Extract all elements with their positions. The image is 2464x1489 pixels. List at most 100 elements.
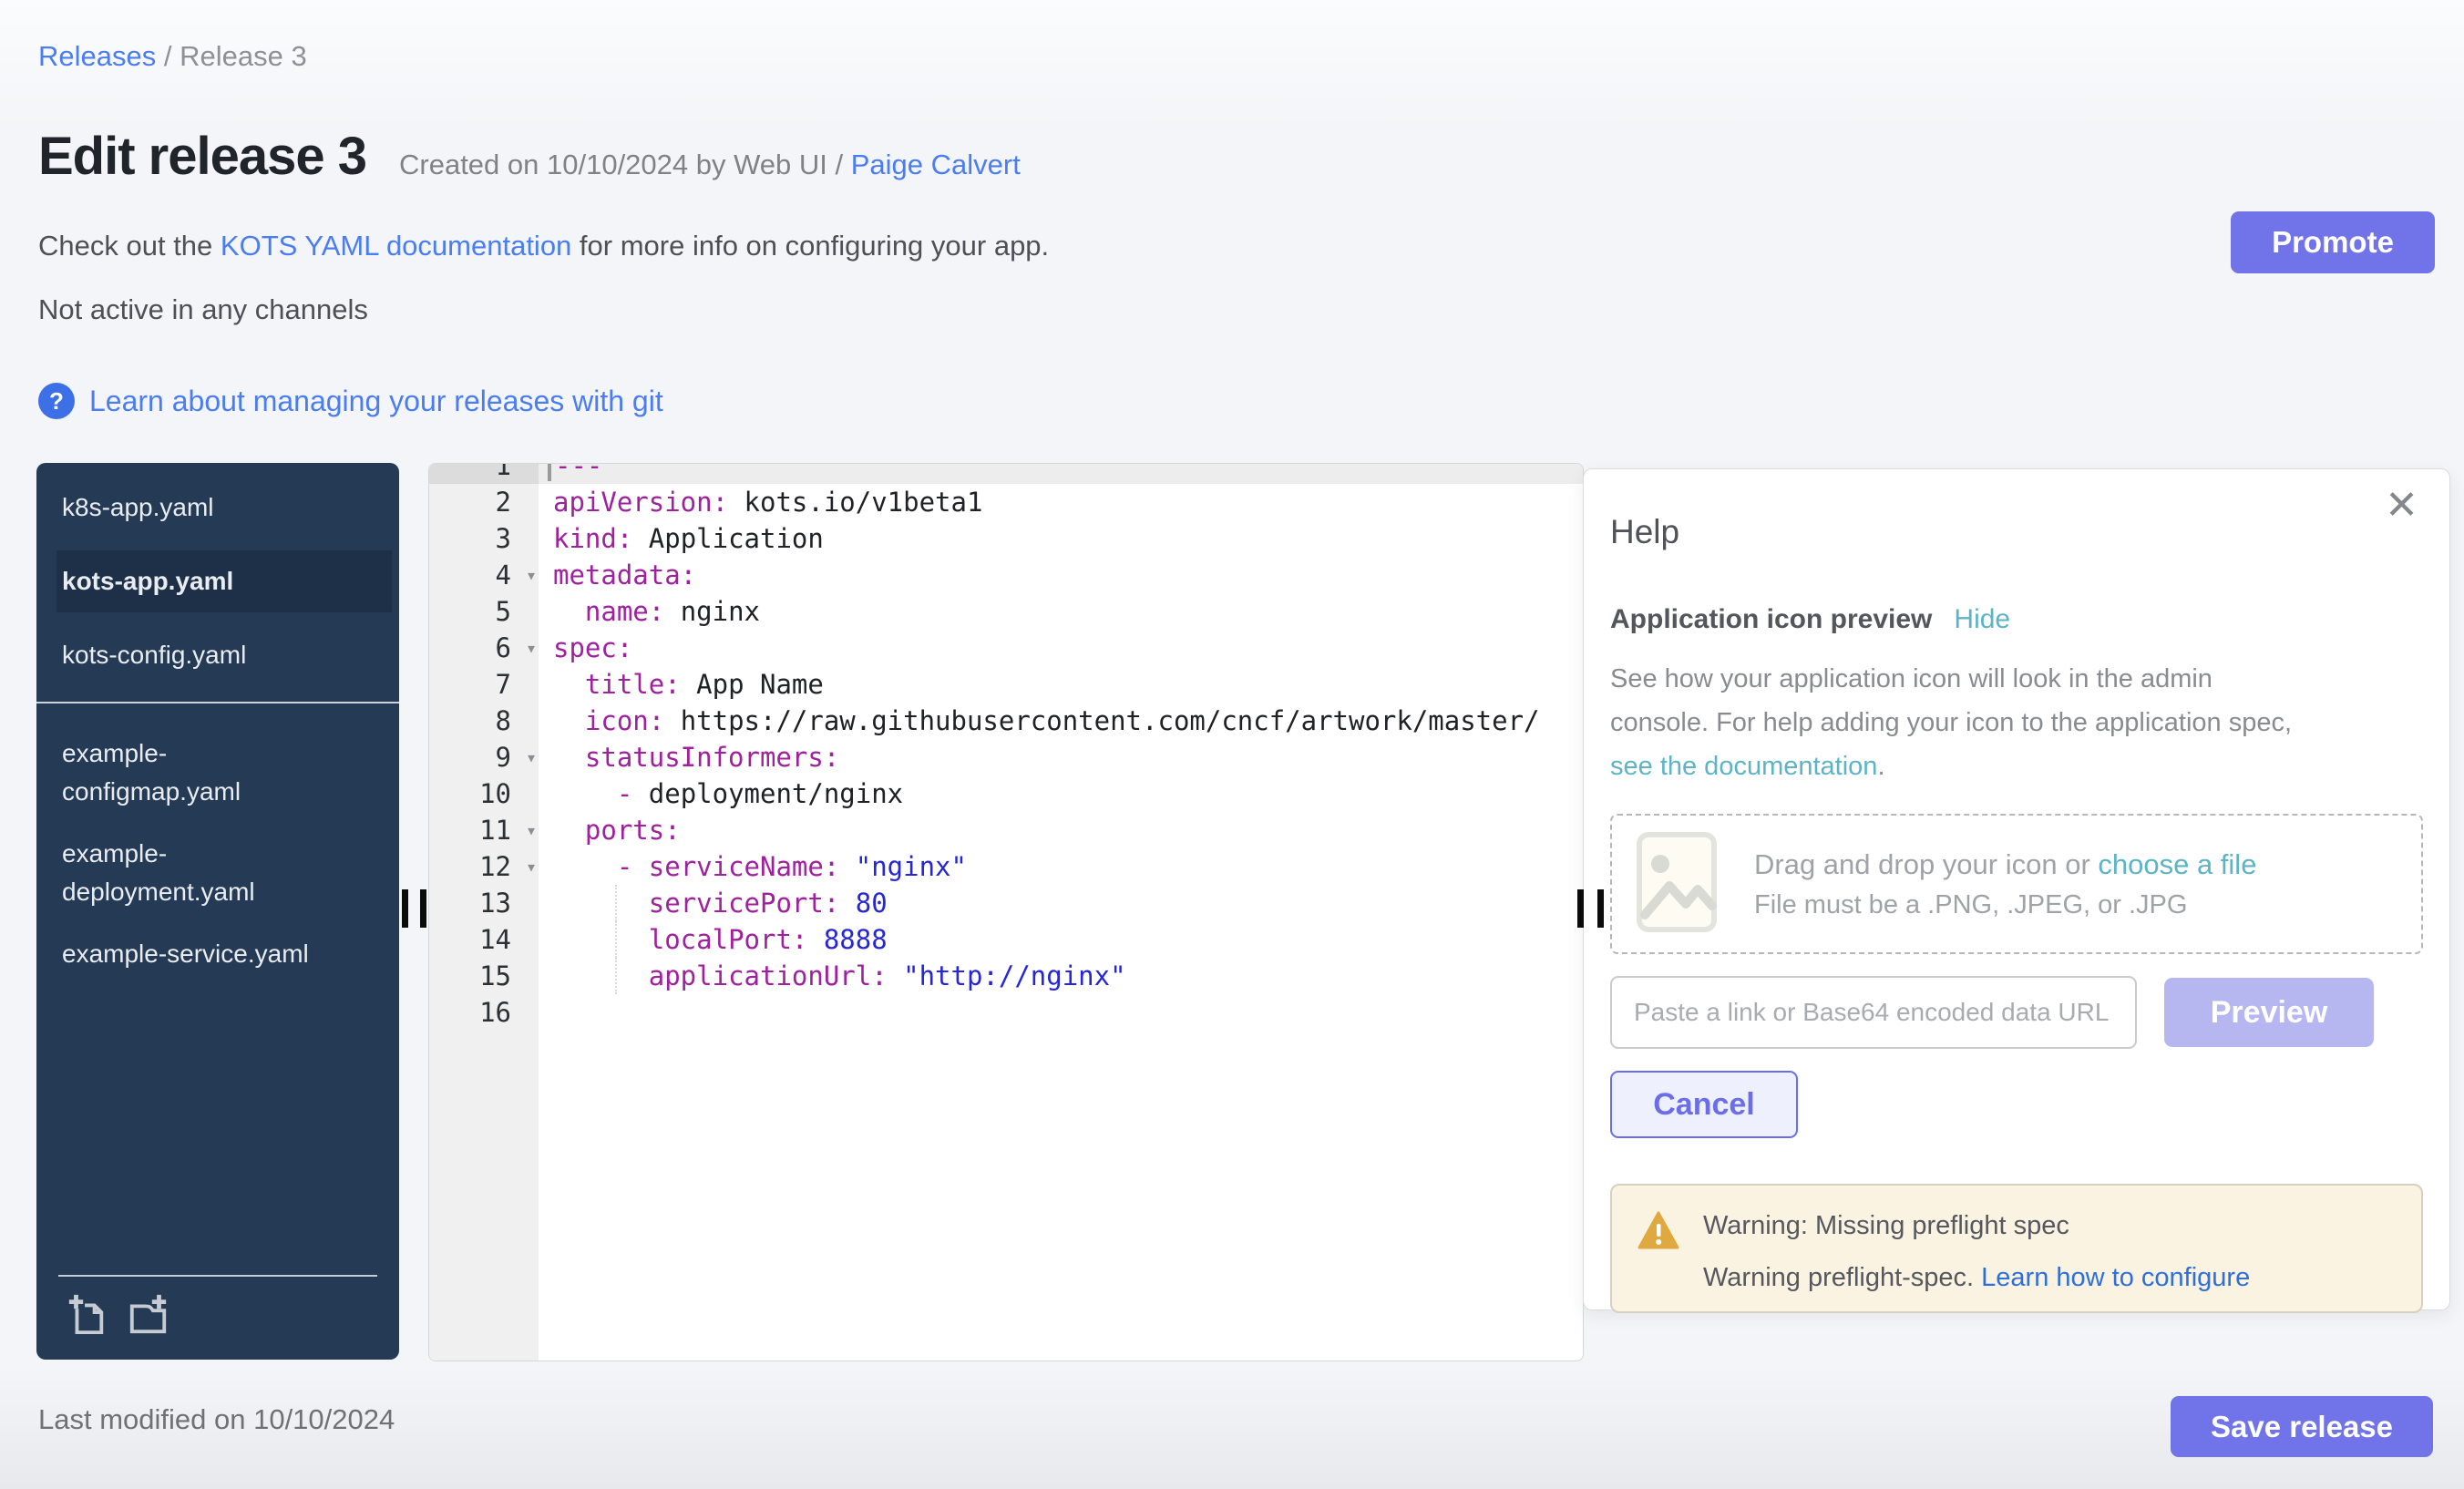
image-placeholder-icon [1636, 831, 1718, 938]
code-line[interactable]: 8 icon: https://raw.githubusercontent.co… [429, 703, 1583, 739]
line-number: 10 [429, 775, 539, 812]
git-help-link[interactable]: Learn about managing your releases with … [89, 385, 663, 418]
example-file-list: example-configmap.yaml example-deployment… [36, 734, 399, 973]
preview-button[interactable]: Preview [2164, 978, 2374, 1047]
save-release-button[interactable]: Save release [2171, 1396, 2433, 1457]
description-line-2: console. For help adding your icon to th… [1610, 708, 2292, 737]
file-item-k8s-app.yaml[interactable]: k8s-app.yaml [62, 488, 324, 527]
file-item-kots-config.yaml[interactable]: kots-config.yaml [62, 636, 324, 674]
icon-dropzone[interactable]: Drag and drop your icon or choose a file… [1610, 814, 2423, 954]
icon-link-input[interactable] [1610, 976, 2137, 1049]
dropzone-filetypes: File must be a .PNG, .JPEG, or .JPG [1754, 890, 2256, 920]
line-number: 4▾ [429, 557, 539, 593]
file-item-example-configmap.yaml[interactable]: example-configmap.yaml [62, 734, 324, 811]
code-line[interactable]: 15 applicationUrl: "http://nginx" [429, 958, 1583, 994]
breadcrumb: Releases / Release 3 [38, 40, 307, 73]
right-pane-resize-handle[interactable] [1597, 889, 1604, 928]
code-line[interactable]: 6▾spec: [429, 630, 1583, 666]
left-pane-resize-handle[interactable] [420, 889, 426, 928]
warning-line-1: Warning: Missing preflight spec [1703, 1211, 2250, 1241]
breadcrumb-releases-link[interactable]: Releases [38, 40, 156, 72]
intro-text-before: Check out the [38, 230, 221, 262]
line-number: 5 [429, 593, 539, 630]
breadcrumb-current: Release 3 [180, 40, 307, 72]
left-pane-resize-handle[interactable] [402, 889, 408, 928]
line-number: 1 [429, 463, 539, 484]
text-cursor [548, 463, 551, 481]
new-file-icon[interactable] [66, 1293, 108, 1340]
file-list-divider [36, 702, 399, 703]
edit-release-page: Releases / Release 3 Edit release 3 Crea… [0, 0, 2464, 1489]
main-file-list: k8s-app.yaml kots-app.yaml kots-config.yam… [36, 463, 399, 674]
code-line[interactable]: 3kind: Application [429, 520, 1583, 557]
line-number: 13 [429, 885, 539, 921]
dropzone-text: Drag and drop your icon or choose a file… [1754, 848, 2256, 920]
code-line[interactable]: 14 localPort: 8888 [429, 921, 1583, 958]
channel-status: Not active in any channels [38, 293, 368, 326]
line-number: 6▾ [429, 630, 539, 666]
fold-arrow-icon[interactable]: ▾ [526, 739, 537, 775]
hide-link[interactable]: Hide [1954, 604, 2010, 635]
close-icon[interactable]: ✕ [2385, 486, 2418, 526]
description-period: . [1877, 752, 1884, 781]
file-item-example-service.yaml[interactable]: example-service.yaml [62, 935, 324, 973]
author-link[interactable]: Paige Calvert [851, 149, 1021, 180]
icon-link-row: Preview [1610, 976, 2423, 1049]
code-line[interactable]: 7 title: App Name [429, 666, 1583, 703]
warning-line-2: Warning preflight-spec. [1703, 1263, 1981, 1292]
file-item-kots-app.yaml[interactable]: kots-app.yaml [56, 550, 392, 612]
file-item-example-deployment.yaml[interactable]: example-deployment.yaml [62, 835, 324, 911]
intro-line: Check out the KOTS YAML documentation fo… [38, 230, 1049, 262]
code-lines: 1---2apiVersion: kots.io/v1beta13kind: A… [429, 463, 1583, 1031]
code-line[interactable]: 16 [429, 994, 1583, 1031]
line-number: 15 [429, 958, 539, 994]
code-line[interactable]: 4▾metadata: [429, 557, 1583, 593]
help-panel: ✕ Help Application icon preview Hide See… [1583, 468, 2450, 1310]
fold-arrow-icon[interactable]: ▾ [526, 630, 537, 666]
created-text: Created on 10/10/2024 by Web UI / [399, 149, 851, 180]
new-folder-icon[interactable] [128, 1293, 169, 1340]
warning-triangle-icon [1638, 1211, 1679, 1293]
promote-button[interactable]: Promote [2231, 211, 2435, 273]
code-line[interactable]: 5 name: nginx [429, 593, 1583, 630]
git-help-row: ? Learn about managing your releases wit… [38, 383, 663, 419]
dropzone-instruction: Drag and drop your icon or [1754, 848, 2098, 880]
fold-arrow-icon[interactable]: ▾ [526, 812, 537, 848]
line-number: 14 [429, 921, 539, 958]
code-line[interactable]: 13 servicePort: 80 [429, 885, 1583, 921]
created-meta: Created on 10/10/2024 by Web UI / Paige … [399, 149, 1021, 181]
code-line[interactable]: 12▾ - serviceName: "nginx" [429, 848, 1583, 885]
choose-file-link[interactable]: choose a file [2098, 848, 2256, 880]
sidebar-tools [58, 1289, 377, 1349]
line-number: 7 [429, 666, 539, 703]
line-number: 8 [429, 703, 539, 739]
line-number: 11▾ [429, 812, 539, 848]
preflight-warning-box: Warning: Missing preflight spec Warning … [1610, 1184, 2423, 1313]
breadcrumb-separator: / [156, 40, 180, 72]
intro-text-after: for more info on configuring your app. [571, 230, 1049, 262]
sidebar-bottom [58, 1275, 377, 1349]
fold-arrow-icon[interactable]: ▾ [526, 557, 537, 593]
page-title: Edit release 3 [38, 126, 366, 187]
cancel-button[interactable]: Cancel [1610, 1071, 1798, 1138]
code-line[interactable]: 2apiVersion: kots.io/v1beta1 [429, 484, 1583, 520]
last-modified-text: Last modified on 10/10/2024 [38, 1403, 395, 1436]
see-documentation-link[interactable]: see the documentation [1610, 752, 1877, 781]
kots-yaml-doc-link[interactable]: KOTS YAML documentation [221, 230, 571, 262]
code-line[interactable]: 10 - deployment/nginx [429, 775, 1583, 812]
code-line[interactable]: 1--- [429, 463, 1583, 484]
fold-arrow-icon[interactable]: ▾ [526, 848, 537, 885]
code-line[interactable]: 9▾ statusInformers: [429, 739, 1583, 775]
question-circle-icon: ? [38, 383, 75, 419]
line-number: 12▾ [429, 848, 539, 885]
line-number: 2 [429, 484, 539, 520]
description-line-1: See how your application icon will look … [1610, 664, 2212, 693]
code-line[interactable]: 11▾ ports: [429, 812, 1583, 848]
title-row: Edit release 3 Created on 10/10/2024 by … [38, 126, 1021, 187]
file-sidebar: k8s-app.yaml kots-app.yaml kots-config.yam… [36, 463, 399, 1360]
right-pane-resize-handle[interactable] [1577, 889, 1584, 928]
yaml-editor[interactable]: 1---2apiVersion: kots.io/v1beta13kind: A… [428, 463, 1584, 1361]
line-number: 3 [429, 520, 539, 557]
line-number: 9▾ [429, 739, 539, 775]
learn-configure-link[interactable]: Learn how to configure [1981, 1263, 2250, 1292]
